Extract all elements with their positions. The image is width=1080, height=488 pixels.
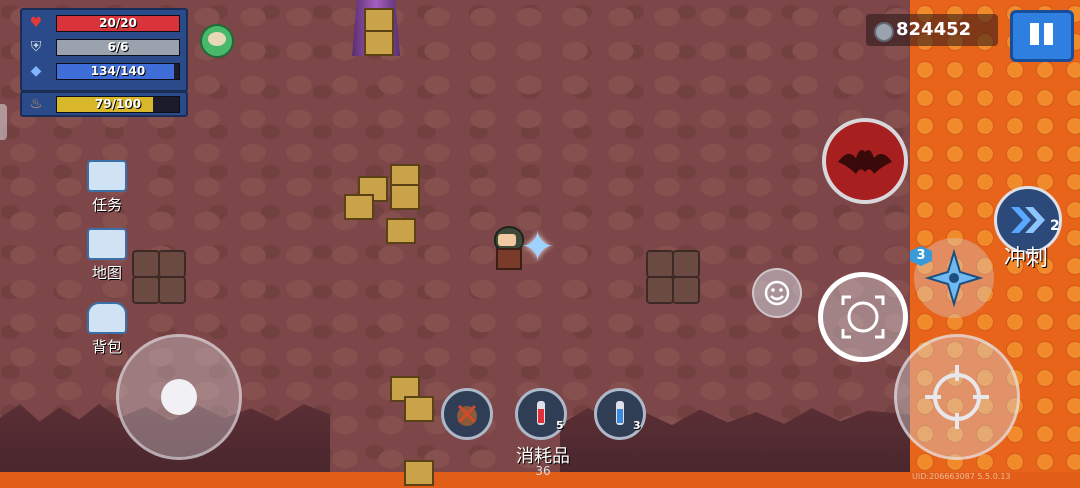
pet-face xyxy=(208,32,226,46)
backpack-icon xyxy=(87,302,127,334)
barrel xyxy=(646,276,674,304)
energy-row: ◆ 134/140 xyxy=(26,62,182,80)
consumable-count-3: 3 xyxy=(633,419,641,432)
wooden-crate xyxy=(390,184,420,210)
wooden-crate xyxy=(404,396,434,422)
skill-button[interactable] xyxy=(822,118,908,204)
smiley-icon xyxy=(764,280,790,306)
dash-charges: 2 xyxy=(1050,218,1060,234)
currency-amount: 824452 xyxy=(896,19,972,40)
fire-crosshair-icon xyxy=(925,365,989,429)
backpack-label: 背包 xyxy=(91,338,122,356)
shield-icon: ⛨ xyxy=(30,39,42,55)
wooden-crate xyxy=(344,194,374,220)
pause-icon xyxy=(1030,23,1039,45)
bat-skill-icon xyxy=(838,150,892,174)
quest-icon xyxy=(87,160,127,192)
crosshair-icon xyxy=(841,295,885,339)
pause-icon-bar xyxy=(1044,23,1053,45)
hp-text: 20/20 xyxy=(99,16,137,30)
uid-text: UID:206663087 5.5.0.13 xyxy=(912,472,1011,481)
quest-button[interactable]: 任务 xyxy=(82,160,132,215)
barrel xyxy=(672,276,700,304)
energy-crystal-icon: ◆ xyxy=(30,63,42,79)
barrel xyxy=(132,250,160,278)
heart-icon: ♥ xyxy=(29,15,43,31)
auto-aim-button[interactable] xyxy=(818,272,908,362)
consumable-slot-3[interactable]: 3 xyxy=(594,388,646,440)
armor-row: ⛨ 6/6 xyxy=(26,38,182,56)
currency-display: 824452 xyxy=(866,14,998,46)
hunger-row: ♨ 79/100 xyxy=(26,95,182,113)
pet-companion xyxy=(200,24,234,58)
wooden-crate xyxy=(364,30,394,56)
hunger-panel: ♨ 79/100 xyxy=(20,91,188,117)
backpack-button[interactable]: 背包 xyxy=(82,302,132,357)
consumables-total: 36 xyxy=(535,464,551,478)
map-icon xyxy=(87,228,127,260)
attack-button[interactable] xyxy=(894,334,1020,460)
joystick-knob[interactable] xyxy=(161,379,197,415)
barrel xyxy=(132,276,160,304)
disabled-bomb-icon xyxy=(457,404,477,426)
barrel xyxy=(646,250,674,278)
consumable-count-2: 5 xyxy=(556,419,564,432)
energy-text: 134/140 xyxy=(90,64,146,78)
armor-text: 6/6 xyxy=(107,40,129,54)
dash-label: 冲刺 xyxy=(1003,246,1048,271)
energy-bar: 134/140 xyxy=(56,63,180,80)
hp-row: ♥ 20/20 xyxy=(26,14,182,32)
map-button[interactable]: 地图 xyxy=(82,228,132,283)
player-body xyxy=(496,248,522,270)
hunger-text: 79/100 xyxy=(94,97,142,111)
pause-button[interactable] xyxy=(1010,10,1074,62)
drumstick-icon: ♨ xyxy=(29,96,43,112)
emote-button[interactable] xyxy=(752,268,802,318)
status-panel: ♥ 20/20 ⛨ 6/6 ◆ 134/140 xyxy=(20,8,188,92)
consumable-slot-2[interactable]: 5 xyxy=(515,388,567,440)
player-face xyxy=(498,234,516,246)
movement-joystick[interactable] xyxy=(116,334,242,460)
hp-bar: 20/20 xyxy=(56,15,180,32)
wooden-crate xyxy=(386,218,416,244)
quest-label: 任务 xyxy=(91,196,122,214)
edge-drawer-tab[interactable] xyxy=(0,104,7,140)
barrel xyxy=(158,276,186,304)
hunger-bar: 79/100 xyxy=(56,96,180,113)
barrel xyxy=(672,250,700,278)
ice-shuriken-weapon: ✦ xyxy=(520,222,556,271)
consumable-slot-1[interactable] xyxy=(441,388,493,440)
barrel xyxy=(158,250,186,278)
map-label: 地图 xyxy=(91,264,122,282)
wooden-crate xyxy=(404,460,434,486)
gem-coin-icon xyxy=(874,22,894,42)
armor-bar: 6/6 xyxy=(56,39,180,56)
